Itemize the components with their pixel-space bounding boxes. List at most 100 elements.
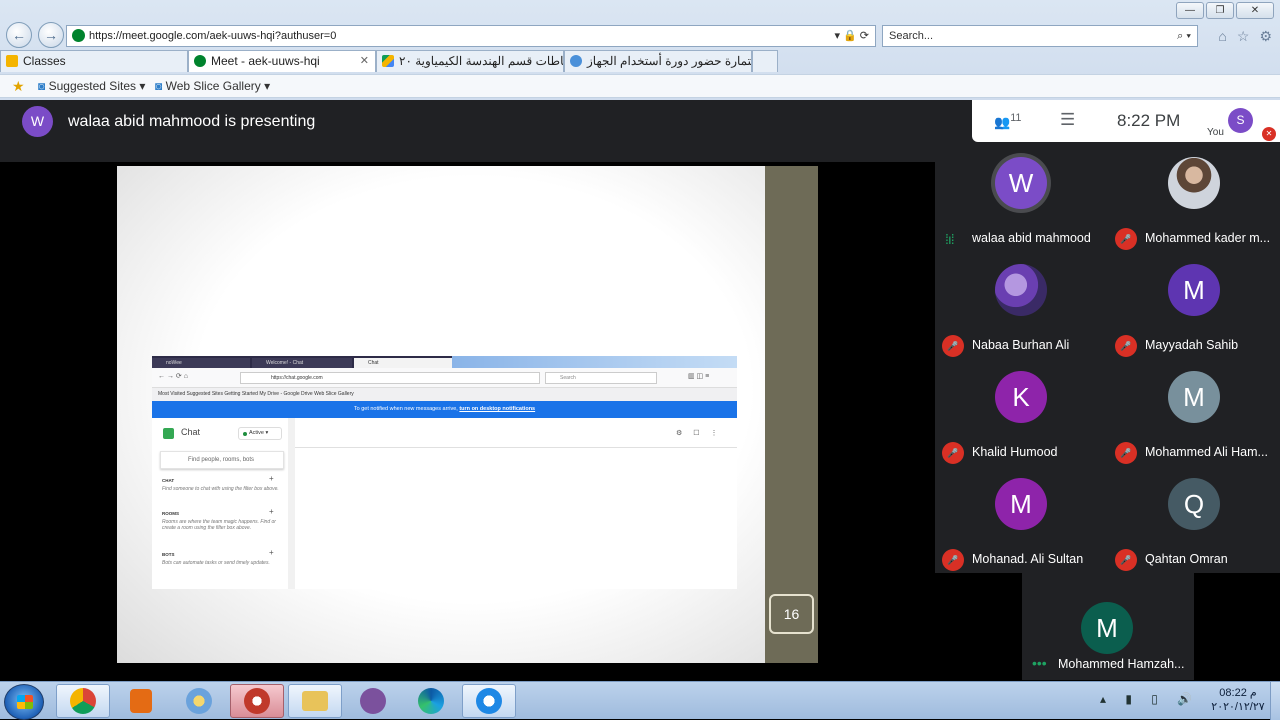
favorite-suggested-sites[interactable]: ◙ Suggested Sites ▾: [38, 79, 145, 93]
participant-tile[interactable]: M 🎤 Mayyadah Sahib: [1108, 255, 1280, 362]
edge-icon: [418, 688, 444, 714]
status-pill: Active ▾: [238, 427, 282, 440]
plus-icon: +: [269, 507, 274, 516]
status-label: Active ▾: [249, 430, 269, 436]
taskbar-clock[interactable]: 08:22 م ٢٠٢٠/١٢/٢٧: [1198, 686, 1278, 714]
participant-tile[interactable]: M ••• Mohammed Hamzah...: [1022, 573, 1194, 680]
tray-icons[interactable]: ▴ ▮ ▯ 🔊: [1100, 692, 1200, 706]
clock-time: 08:22 م: [1219, 687, 1257, 699]
participant-tile[interactable]: M 🎤 Mohanad. Ali Sultan: [935, 469, 1107, 576]
shared-nav-icons: ← → ⟳ ⌂: [158, 373, 188, 380]
favorites-star-icon[interactable]: ★: [12, 78, 25, 95]
favorite-web-slice-gallery[interactable]: ◙ Web Slice Gallery ▾: [155, 79, 270, 93]
search-placeholder: Search...: [889, 30, 934, 42]
tab-label: Classes: [23, 54, 66, 68]
participant-name: Mohammed Ali Ham...: [1145, 445, 1268, 459]
participant-tile[interactable]: W ⁞ı⁞ walaa abid mahmood: [935, 148, 1107, 255]
mic-off-icon: 🎤: [1115, 549, 1137, 571]
slide-counter: 16: [769, 594, 814, 634]
system-tray: ▴ ▮ ▯ 🔊 08:22 م ٢٠٢٠/١٢/٢٧: [1090, 682, 1280, 720]
show-desktop-button[interactable]: [1270, 682, 1280, 720]
shared-tab-active: Chat: [354, 358, 452, 368]
browser-chrome: ← → https://meet.google.com/aek-uuws-hqi…: [0, 0, 1280, 100]
self-avatar[interactable]: S: [1228, 108, 1253, 133]
folder-icon: [302, 691, 328, 711]
taskbar-chrome[interactable]: [56, 684, 110, 718]
shared-toolbar-icons: ▥ ◫ ≡: [688, 373, 710, 380]
tab-drive[interactable]: نشاطات قسم الهندسة الكيمياوية ٢٠...: [376, 50, 564, 72]
taskbar-internet-explorer[interactable]: [462, 684, 516, 718]
address-bar[interactable]: https://meet.google.com/aek-uuws-hqi?aut…: [66, 25, 876, 47]
close-tab-icon[interactable]: ✕: [360, 51, 369, 71]
shared-header-icons: ⚙☐⋮: [676, 430, 729, 437]
section-desc: Find someone to chat with using the filt…: [162, 486, 279, 492]
participant-photo: [1168, 157, 1220, 209]
search-box[interactable]: Search... ⌕ ▾: [882, 25, 1198, 47]
participant-avatar: K: [995, 371, 1047, 423]
taskbar-snipping-tool[interactable]: [230, 684, 284, 718]
url-text: https://meet.google.com/aek-uuws-hqi?aut…: [89, 30, 337, 42]
people-button[interactable]: 👥11: [994, 112, 1021, 130]
tab-classes[interactable]: Classes: [0, 50, 188, 72]
mic-off-icon: 🎤: [942, 549, 964, 571]
status-dot-icon: [243, 432, 247, 436]
chat-title: Chat: [181, 427, 201, 437]
participant-avatar: Q: [1168, 478, 1220, 530]
address-tools-icon[interactable]: ▾ 🔒 ⟳: [834, 26, 869, 46]
start-button[interactable]: [4, 684, 44, 720]
chat-icon[interactable]: ☰: [1060, 110, 1075, 130]
taskbar-explorer[interactable]: [288, 684, 342, 718]
gear-icon[interactable]: ⚙: [1259, 28, 1272, 45]
shared-tab: noWee: [152, 358, 250, 368]
taskbar-viber[interactable]: [346, 684, 400, 718]
taskbar-paint[interactable]: [172, 684, 226, 718]
participant-tile[interactable]: Q 🎤 Qahtan Omran: [1108, 469, 1280, 576]
paint-icon: [186, 688, 212, 714]
mic-off-icon: 🎤: [1115, 228, 1137, 250]
shared-scrollbar: [288, 418, 295, 589]
participant-tile[interactable]: M 🎤 Mohammed Ali Ham...: [1108, 362, 1280, 469]
ie-page-icon: ◙: [38, 79, 49, 93]
tab-meet[interactable]: Meet - aek-uuws-hqi ✕: [188, 50, 376, 72]
section-desc: Bots can automate tasks or send timely u…: [162, 560, 270, 566]
home-icon[interactable]: ⌂: [1218, 28, 1226, 45]
taskbar-media-player[interactable]: [114, 684, 168, 718]
presenting-label: walaa abid mahmood is presenting: [68, 113, 316, 130]
participant-name: Qahtan Omran: [1145, 552, 1228, 566]
participant-photo: [995, 264, 1047, 316]
mic-off-icon: 🎤: [1115, 442, 1137, 464]
participant-avatar: M: [1168, 371, 1220, 423]
favorites-star-icon[interactable]: ☆: [1237, 28, 1250, 45]
forward-button[interactable]: →: [38, 22, 64, 48]
speaking-indicator-icon: ⁞ı⁞: [945, 231, 955, 247]
search-icon[interactable]: ⌕ ▾: [1177, 26, 1191, 46]
back-button[interactable]: ←: [6, 22, 32, 48]
windows-taskbar: ▴ ▮ ▯ 🔊 08:22 م ٢٠٢٠/١٢/٢٧: [0, 681, 1280, 720]
clock-date: ٢٠٢٠/١٢/٢٧: [1211, 701, 1265, 713]
new-tab-button[interactable]: [752, 50, 778, 72]
tab-form[interactable]: استمارة حضور دورة أستخدام الجهاز...: [564, 50, 752, 72]
people-count: 11: [1010, 112, 1022, 124]
presenter-avatar: W: [22, 106, 53, 137]
favorite-label: Suggested Sites ▾: [48, 79, 146, 93]
participant-grid: W ⁞ı⁞ walaa abid mahmood 🎤 Mohammed kader m.…: [935, 143, 1280, 573]
participant-avatar: W: [995, 157, 1047, 209]
more-options-icon[interactable]: •••: [1032, 655, 1047, 671]
meeting-clock: 8:22 PM: [1117, 111, 1181, 130]
restore-button[interactable]: ❐: [1206, 2, 1234, 19]
section-title: ROOMS: [162, 511, 180, 516]
plus-icon: +: [269, 548, 274, 557]
section-title: BOTS: [162, 552, 175, 557]
participant-tile[interactable]: 🎤 Nabaa Burhan Ali: [935, 255, 1107, 362]
participant-tile[interactable]: 🎤 Mohammed kader m...: [1108, 148, 1280, 255]
shared-tab-strip: noWee Welcome! - Chat Chat: [152, 356, 737, 368]
minimize-button[interactable]: —: [1176, 2, 1204, 19]
shared-search-box: Search: [545, 372, 657, 384]
chrome-icon: [70, 688, 96, 714]
participant-tile[interactable]: K 🎤 Khalid Humood: [935, 362, 1107, 469]
meet-favicon: [72, 29, 85, 42]
mic-off-icon: 🎤: [942, 335, 964, 357]
notification-banner: To get notified when new messages arrive…: [152, 401, 737, 418]
close-button[interactable]: ✕: [1236, 2, 1274, 19]
taskbar-edge[interactable]: [404, 684, 458, 718]
